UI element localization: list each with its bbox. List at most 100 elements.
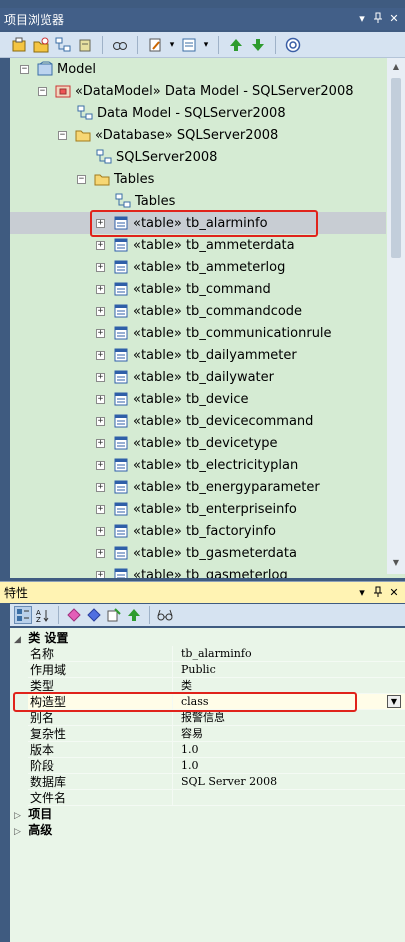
expand-icon[interactable]: + — [96, 504, 105, 514]
expand-icon[interactable]: + — [96, 526, 105, 536]
tree-node-table[interactable]: + «table» tb_devicecommand — [96, 410, 313, 432]
property-value[interactable]: Public — [172, 662, 405, 678]
dropdown-icon[interactable]: ▾ — [355, 586, 369, 600]
tree-node-table[interactable]: + «table» tb_dailyammeter — [96, 344, 297, 366]
tree-node-table[interactable]: + «table» tb_energyparameter — [96, 476, 320, 498]
category-class-settings[interactable]: ◢ 类 设置 — [10, 630, 405, 646]
tree-node-table[interactable]: + «table» tb_gasmeterdata — [96, 542, 297, 564]
property-row[interactable]: 类型类 — [10, 678, 405, 694]
expand-icon[interactable]: + — [96, 328, 105, 338]
property-value[interactable]: 报警信息 — [172, 710, 405, 726]
category-project[interactable]: ▷ 项目 — [10, 806, 405, 822]
property-row[interactable]: 名称 tb_alarminfo — [10, 646, 405, 662]
property-row[interactable]: 阶段 1.0 — [10, 758, 405, 774]
expand-triangle-icon[interactable]: ▷ — [14, 824, 24, 840]
property-row[interactable]: 版本 1.0 — [10, 742, 405, 758]
tree-node-table[interactable]: + «table» tb_command — [96, 278, 271, 300]
chevron-down-icon[interactable]: ▾ — [168, 36, 176, 54]
property-row[interactable]: 数据库 SQL Server 2008 — [10, 774, 405, 790]
property-row[interactable]: 作用域 Public — [10, 662, 405, 678]
tagged-value-icon[interactable] — [105, 606, 123, 624]
collapse-icon[interactable]: − — [77, 174, 86, 184]
new-model-icon[interactable] — [10, 36, 28, 54]
collapse-icon[interactable]: − — [38, 86, 47, 96]
help-icon[interactable] — [284, 36, 302, 54]
chevron-down-icon[interactable]: ▾ — [202, 36, 210, 54]
tree-node-table[interactable]: + «table» tb_dailywater — [96, 366, 274, 388]
operation-icon[interactable] — [85, 606, 103, 624]
property-value[interactable]: 类 — [172, 678, 405, 694]
close-icon[interactable]: ✕ — [387, 12, 401, 26]
tree-node-table[interactable]: + «table» tb_devicetype — [96, 432, 278, 454]
report-icon[interactable] — [180, 36, 198, 54]
expand-icon[interactable]: + — [96, 284, 105, 294]
tree-scrollbar[interactable]: ▲ ▼ — [387, 58, 405, 574]
tree-node-label: «table» tb_commandcode — [133, 303, 303, 319]
tree-node-model[interactable]: − Model — [20, 58, 96, 80]
move-up-icon[interactable] — [125, 606, 143, 624]
property-value[interactable]: 1.0 — [172, 758, 405, 774]
expand-icon[interactable]: + — [96, 218, 105, 228]
property-value[interactable]: SQL Server 2008 — [172, 774, 405, 790]
expand-icon[interactable]: + — [96, 548, 105, 558]
dropdown-icon[interactable]: ▾ — [355, 12, 369, 26]
find-icon[interactable] — [111, 36, 129, 54]
tree-node-tables-diagram[interactable]: Tables — [115, 190, 175, 212]
tree-node-table[interactable]: + «table» tb_factoryinfo — [96, 520, 276, 542]
property-value[interactable]: class — [172, 694, 405, 710]
tree-node-table[interactable]: + «table» tb_alarminfo — [96, 212, 268, 234]
scroll-down-icon[interactable]: ▼ — [389, 558, 403, 568]
tree-node-table[interactable]: + «table» tb_communicationrule — [96, 322, 332, 344]
property-value[interactable] — [172, 790, 405, 806]
document-icon[interactable] — [146, 36, 164, 54]
property-row[interactable]: 复杂性 容易 — [10, 726, 405, 742]
collapse-icon[interactable]: − — [20, 64, 29, 74]
attribute-icon[interactable] — [65, 606, 83, 624]
move-down-icon[interactable] — [249, 36, 267, 54]
collapse-icon[interactable]: − — [58, 130, 67, 140]
tree-node-database-diagram[interactable]: SQLServer2008 — [96, 146, 217, 168]
property-row-stereotype[interactable]: 构造型 class ▼ — [10, 694, 405, 710]
tree-node-table[interactable]: + «table» tb_ammeterdata — [96, 234, 295, 256]
scroll-up-icon[interactable]: ▲ — [389, 62, 403, 72]
expand-icon[interactable]: + — [96, 350, 105, 360]
property-value[interactable]: 1.0 — [172, 742, 405, 758]
tree-node-table[interactable]: + «table» tb_commandcode — [96, 300, 302, 322]
category-advanced[interactable]: ▷ 高级 — [10, 822, 405, 838]
tree-node-tables-folder[interactable]: − Tables — [77, 168, 154, 190]
expand-icon[interactable]: + — [96, 460, 105, 470]
new-element-icon[interactable] — [76, 36, 94, 54]
expand-icon[interactable]: + — [96, 570, 105, 578]
expand-icon[interactable]: + — [96, 262, 105, 272]
property-row[interactable]: 文件名 — [10, 790, 405, 806]
property-value[interactable]: 容易 — [172, 726, 405, 742]
expand-icon[interactable]: + — [96, 240, 105, 250]
scroll-thumb[interactable] — [391, 78, 401, 258]
expand-icon[interactable]: + — [96, 482, 105, 492]
tree-node-table[interactable]: + «table» tb_electricityplan — [96, 454, 298, 476]
new-diagram-icon[interactable] — [54, 36, 72, 54]
expand-icon[interactable]: + — [96, 372, 105, 382]
dropdown-button[interactable]: ▼ — [387, 695, 401, 708]
pin-icon[interactable] — [371, 586, 385, 600]
tree-node-table[interactable]: + «table» tb_gasmeterlog — [96, 564, 288, 578]
tree-node-datamodel-package[interactable]: − «DataModel» Data Model - SQLServer2008 — [38, 80, 353, 102]
tree-node-table[interactable]: + «table» tb_enterpriseinfo — [96, 498, 297, 520]
move-up-icon[interactable] — [227, 36, 245, 54]
expand-icon[interactable]: + — [96, 394, 105, 404]
property-row[interactable]: 别名 报警信息 — [10, 710, 405, 726]
property-value[interactable]: tb_alarminfo — [172, 646, 405, 662]
pin-icon[interactable] — [371, 12, 385, 26]
expand-icon[interactable]: + — [96, 438, 105, 448]
tree-node-table[interactable]: + «table» tb_device — [96, 388, 249, 410]
sort-alpha-icon[interactable]: AZ — [34, 606, 52, 624]
expand-icon[interactable]: + — [96, 306, 105, 316]
expand-icon[interactable]: + — [96, 416, 105, 426]
close-icon[interactable]: ✕ — [387, 586, 401, 600]
categorized-icon[interactable] — [14, 606, 32, 624]
tree-node-datamodel-diagram[interactable]: Data Model - SQLServer2008 — [77, 102, 286, 124]
tree-node-table[interactable]: + «table» tb_ammeterlog — [96, 256, 285, 278]
glasses-icon[interactable] — [156, 606, 174, 624]
tree-node-database-package[interactable]: − «Database» SQLServer2008 — [58, 124, 278, 146]
new-package-icon[interactable] — [32, 36, 50, 54]
